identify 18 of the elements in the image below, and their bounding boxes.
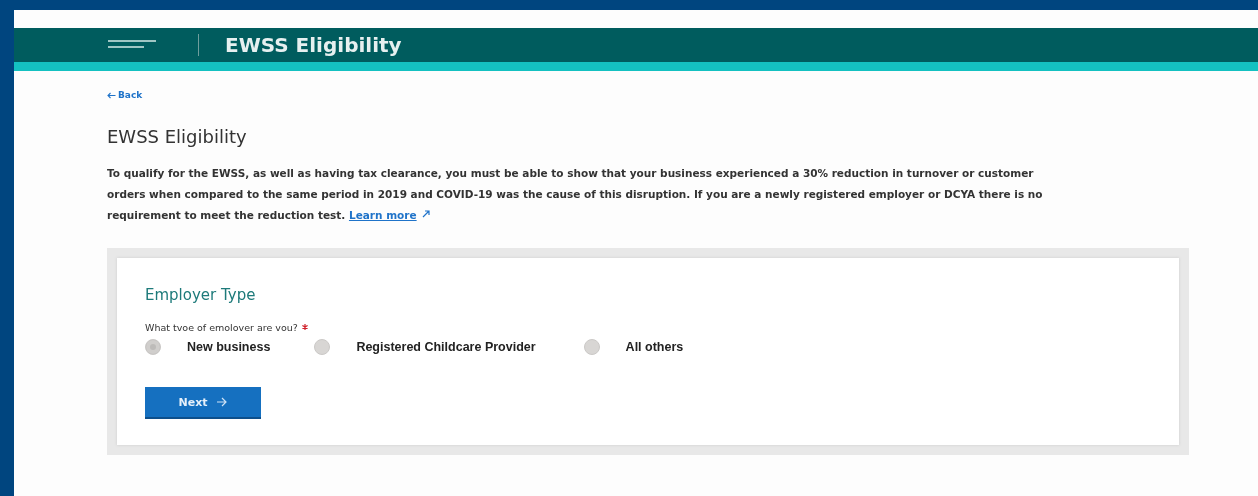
option-label: Registered Childcare Provider <box>356 340 536 354</box>
external-link-icon <box>420 209 431 219</box>
option-label: New business <box>187 340 271 354</box>
section-heading: Employer Type <box>145 286 257 304</box>
radio-button[interactable] <box>145 339 161 355</box>
logo-icon <box>108 39 158 51</box>
header-title: EWSS Eligibility <box>225 33 402 57</box>
learn-more-link[interactable]: Learn more <box>348 209 417 221</box>
radio-button[interactable] <box>583 339 600 355</box>
radio-button[interactable] <box>314 339 331 355</box>
page-title: EWSS Eligibility <box>107 126 248 147</box>
option-label: All others <box>625 340 684 354</box>
question-label: What tvoe of emolover are vou? <box>145 322 298 333</box>
back-arrow-icon <box>107 92 116 99</box>
intro-paragraph: To qualify for the EWSS, as well as having tax clearance, you must be able to show that your business experienced a 30% reduction in turnover or customer orders when compared to the same period in 2019 and COVID-19 was the cause of this disruption. If you are a newly registered employer or DCYA there is no requirement to meet the reduction test. Learn more <box>107 166 1044 223</box>
next-button[interactable]: Next <box>145 387 261 419</box>
arrow-right-icon <box>215 397 228 407</box>
back-link[interactable]: Back <box>107 90 143 100</box>
